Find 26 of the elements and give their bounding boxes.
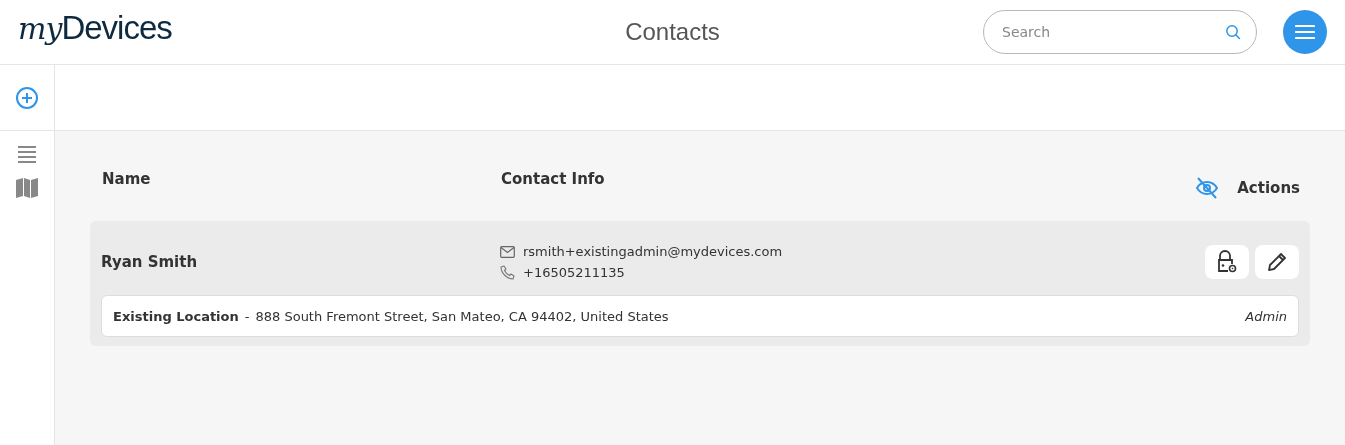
- permissions-button[interactable]: [1205, 245, 1249, 279]
- column-header: Contact Info: [501, 170, 605, 188]
- list-icon[interactable]: [17, 145, 37, 163]
- search-icon[interactable]: [1225, 24, 1241, 40]
- phone-icon: [500, 265, 515, 280]
- column-header: Name: [102, 170, 152, 188]
- contact-phone: +16505211135: [523, 265, 625, 280]
- map-icon[interactable]: [15, 177, 39, 199]
- lock-icon: [1216, 250, 1238, 274]
- eye-slash-icon[interactable]: [1195, 177, 1220, 199]
- separator: -: [244, 308, 250, 324]
- column-header: Actions: [1237, 179, 1300, 197]
- search-field[interactable]: Search: [983, 10, 1257, 54]
- pencil-icon: [1267, 252, 1287, 272]
- page-title: Contacts: [625, 18, 720, 46]
- menu-icon: [1295, 24, 1315, 40]
- mail-icon: [500, 245, 515, 258]
- location-address: 888 South Fremont Street, San Mateo, CA 94402, United States: [255, 308, 669, 324]
- edit-button[interactable]: [1255, 245, 1299, 279]
- logo: myDevices: [18, 9, 172, 47]
- contact-name: Ryan Smith: [101, 253, 199, 271]
- location-name: Existing Location: [113, 308, 239, 324]
- role-label: Admin: [1245, 308, 1287, 324]
- contact-email: rsmith+existingadmin@mydevices.com: [523, 244, 783, 259]
- add-icon[interactable]: [15, 85, 39, 110]
- menu-button[interactable]: [1283, 10, 1327, 54]
